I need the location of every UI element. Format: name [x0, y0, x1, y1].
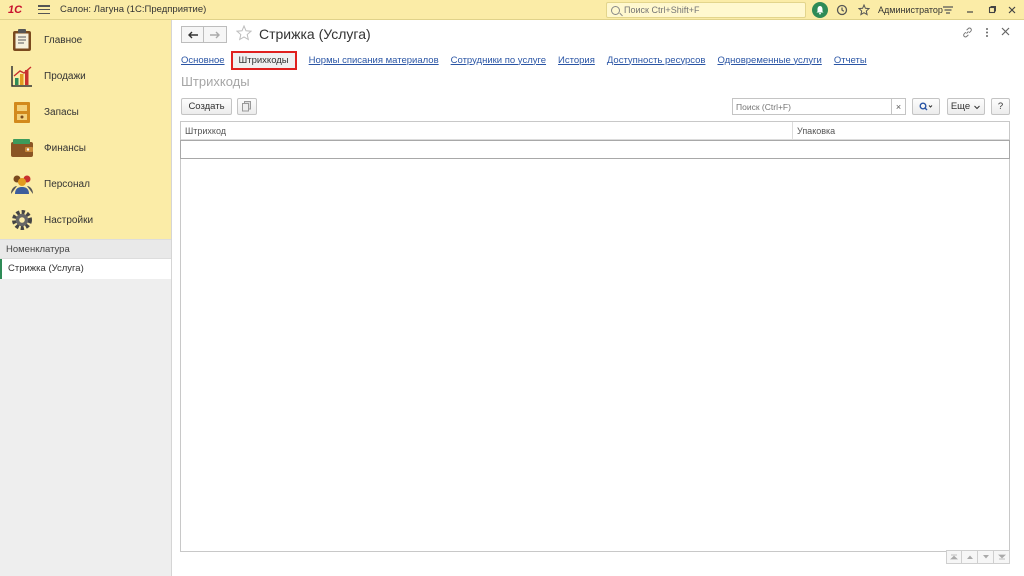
form-tabs: Основное Штрихкоды Нормы списания матери…	[181, 50, 879, 70]
column-header-package[interactable]: Упаковка	[792, 122, 1009, 139]
table-row[interactable]	[180, 140, 1010, 159]
top-bar: 1С Салон: Лагуна (1С:Предприятие) Админи…	[0, 0, 1024, 20]
table-header: Штрихкод Упаковка	[181, 122, 1009, 140]
section-finance[interactable]: Финансы	[0, 130, 171, 166]
app-logo: 1С	[8, 3, 23, 16]
forward-arrow-icon[interactable]	[204, 26, 227, 43]
scroll-to-bottom-icon[interactable]	[994, 550, 1010, 564]
global-search-input[interactable]	[624, 5, 794, 15]
column-header-barcode[interactable]: Штрихкод	[181, 122, 792, 139]
help-button[interactable]: ?	[991, 98, 1010, 115]
sections-panel: Главное Продажи Запасы Финансы Персонал	[0, 20, 171, 239]
sidebar: Главное Продажи Запасы Финансы Персонал	[0, 20, 172, 576]
gear-icon	[10, 208, 34, 232]
current-user[interactable]: Администратор	[878, 5, 943, 15]
list-search-input[interactable]	[736, 101, 886, 112]
section-title: Штрихкоды	[181, 74, 250, 89]
favorite-star-icon[interactable]	[235, 24, 253, 46]
close-icon[interactable]	[1005, 3, 1019, 17]
more-vertical-icon[interactable]	[985, 27, 989, 41]
tab-resource-availability[interactable]: Доступность ресурсов	[607, 55, 706, 66]
tab-barcodes[interactable]: Штрихкоды	[230, 50, 297, 70]
search-clear-button[interactable]: ×	[892, 98, 906, 115]
global-search[interactable]	[606, 2, 806, 18]
scroll-down-icon[interactable]	[978, 550, 994, 564]
stock-icon	[10, 100, 34, 124]
section-main[interactable]: Главное	[0, 22, 171, 58]
history-icon[interactable]	[835, 3, 849, 17]
section-main-label: Главное	[44, 34, 83, 46]
search-icon	[919, 102, 933, 111]
more-label: Еще	[950, 101, 971, 112]
more-button[interactable]: Еще	[947, 98, 985, 115]
scroll-up-icon[interactable]	[962, 550, 978, 564]
barcodes-table: Штрихкод Упаковка	[180, 121, 1010, 552]
maximize-icon[interactable]	[985, 3, 999, 17]
section-settings[interactable]: Настройки	[0, 202, 171, 238]
tab-simultaneous-services[interactable]: Одновременные услуги	[717, 55, 821, 66]
nav-group-nomenclature[interactable]: Номенклатура	[0, 239, 171, 259]
copy-icon	[242, 101, 251, 112]
copy-button[interactable]	[237, 98, 257, 115]
section-settings-label: Настройки	[44, 214, 94, 226]
create-button[interactable]: Создать	[181, 98, 232, 115]
search-icon	[611, 5, 620, 15]
chevron-down-icon	[974, 105, 981, 109]
sales-chart-icon	[10, 64, 34, 88]
form-area: Стрижка (Услуга) Основное Штрихкоды Норм…	[173, 20, 1024, 576]
wallet-icon	[10, 136, 34, 160]
list-toolbar: Создать × Еще ?	[181, 98, 1010, 116]
clipboard-icon	[10, 28, 34, 52]
search-button[interactable]	[912, 98, 940, 115]
minimize-icon[interactable]	[963, 3, 977, 17]
link-icon[interactable]	[962, 27, 973, 41]
open-window-item[interactable]: Стрижка (Услуга)	[0, 259, 171, 279]
favorites-star-icon[interactable]	[857, 3, 871, 17]
section-finance-label: Финансы	[44, 142, 86, 154]
section-staff-label: Персонал	[44, 178, 90, 190]
back-arrow-icon[interactable]	[181, 26, 204, 43]
history-nav	[181, 26, 227, 43]
section-stock-label: Запасы	[44, 106, 79, 118]
form-title: Стрижка (Услуга)	[259, 26, 371, 42]
list-search[interactable]	[732, 98, 892, 115]
main-menu-icon[interactable]	[38, 5, 50, 14]
tab-history[interactable]: История	[558, 55, 595, 66]
table-scroll-buttons	[946, 550, 1010, 564]
tab-material-norms[interactable]: Нормы списания материалов	[309, 55, 439, 66]
tab-main[interactable]: Основное	[181, 55, 225, 66]
staff-icon	[10, 172, 34, 196]
section-stock[interactable]: Запасы	[0, 94, 171, 130]
section-sales-label: Продажи	[44, 70, 86, 82]
form-close-icon[interactable]	[1001, 27, 1010, 41]
app-title: Салон: Лагуна (1С:Предприятие)	[60, 4, 207, 15]
tab-reports[interactable]: Отчеты	[834, 55, 867, 66]
notifications-bell-icon[interactable]	[812, 2, 828, 18]
scroll-to-top-icon[interactable]	[946, 550, 962, 564]
section-sales[interactable]: Продажи	[0, 58, 171, 94]
settings-menu-icon[interactable]	[941, 3, 955, 17]
section-staff[interactable]: Персонал	[0, 166, 171, 202]
tab-service-employees[interactable]: Сотрудники по услуге	[451, 55, 546, 66]
title-actions	[962, 27, 1010, 41]
